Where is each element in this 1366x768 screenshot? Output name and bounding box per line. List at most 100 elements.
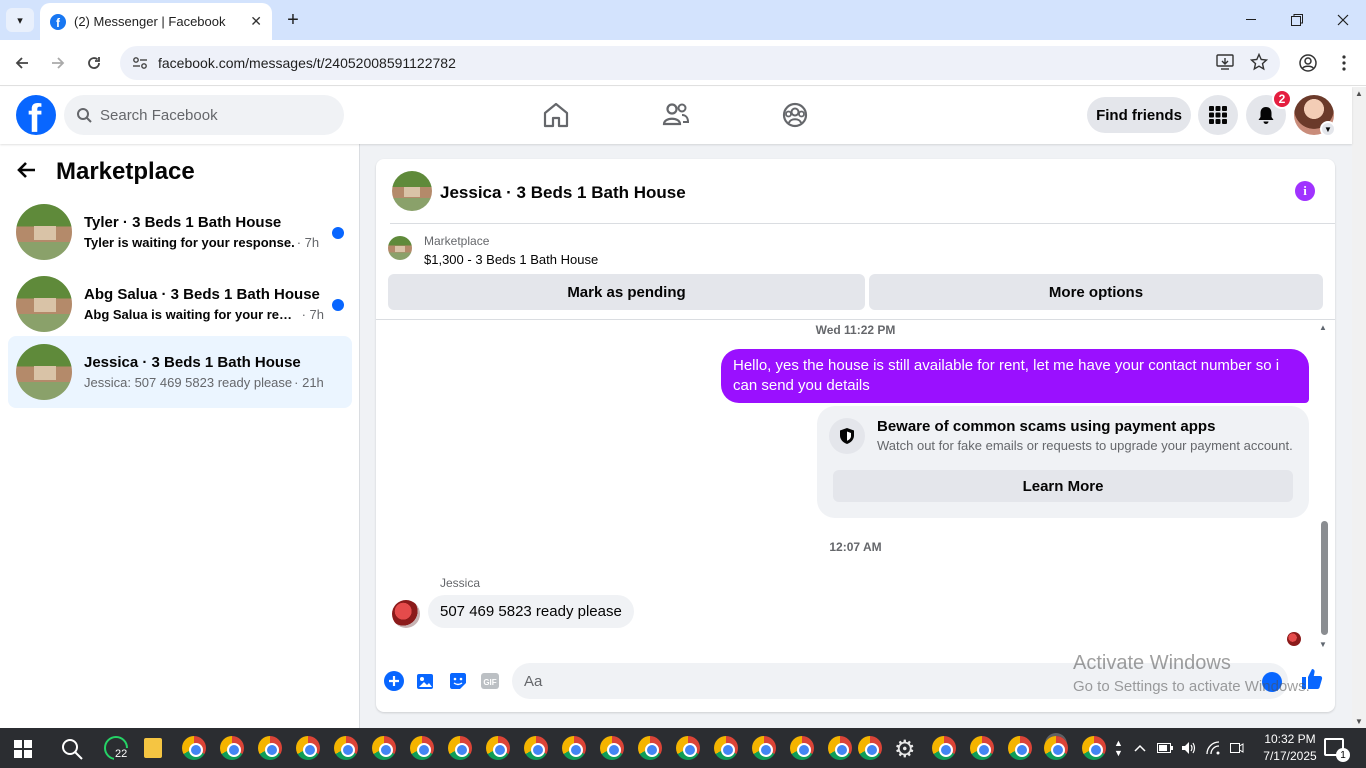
battery-icon[interactable] xyxy=(1157,728,1173,768)
windows-taskbar: 22 ⚙ ▲ ▼ 10:32 PM 7/17/2025 1 xyxy=(0,728,1366,768)
chrome-icon[interactable] xyxy=(334,736,358,760)
chrome-icon[interactable] xyxy=(486,736,510,760)
windows-start-icon[interactable] xyxy=(14,740,32,758)
taskbar-scroll-arrows[interactable]: ▲ ▼ xyxy=(1114,728,1123,768)
tray-overflow-chevron-icon[interactable] xyxy=(1134,728,1146,768)
sticker-icon[interactable] xyxy=(448,671,468,691)
friends-icon[interactable] xyxy=(660,99,692,131)
chrome-icon[interactable] xyxy=(858,736,882,760)
learn-more-button[interactable]: Learn More xyxy=(833,470,1293,502)
facebook-header: f Search Facebook Find friends 2 ▼ xyxy=(0,87,1352,144)
chrome-icon[interactable] xyxy=(258,736,282,760)
chat-header: Jessica · 3 Beds 1 Bath House i xyxy=(390,159,1335,224)
bookmark-star-icon[interactable] xyxy=(1249,52,1269,75)
whatsapp-badge: 22 xyxy=(114,748,129,760)
chrome-icon[interactable] xyxy=(970,736,994,760)
restore-icon[interactable] xyxy=(1274,0,1320,40)
conversation-preview: Tyler is waiting for your response. xyxy=(84,235,295,250)
home-icon[interactable] xyxy=(540,99,572,131)
gif-icon[interactable]: GIF xyxy=(480,671,500,691)
chrome-icon-active[interactable] xyxy=(1044,736,1068,760)
settings-gear-icon[interactable]: ⚙ xyxy=(894,735,916,764)
message-thread: Wed 11:22 PM Hello, yes the house is sti… xyxy=(376,320,1335,650)
volume-icon[interactable] xyxy=(1181,728,1197,768)
forward-arrow-icon[interactable] xyxy=(46,51,70,75)
scroll-down-arrow-icon[interactable]: ▼ xyxy=(1355,717,1363,726)
taskbar-clock[interactable]: 10:32 PM 7/17/2025 xyxy=(1258,731,1322,765)
watermark-title: Activate Windows xyxy=(1073,652,1231,674)
window-close-icon[interactable] xyxy=(1320,0,1366,40)
chrome-icon[interactable] xyxy=(448,736,472,760)
conversation-time: · 7h xyxy=(301,307,324,322)
marketplace-header: Marketplace xyxy=(16,158,195,186)
install-app-icon[interactable] xyxy=(1216,53,1234,75)
address-bar[interactable]: facebook.com/messages/t/2405200859112278… xyxy=(120,46,1280,80)
chrome-icon[interactable] xyxy=(828,736,852,760)
chrome-icon[interactable] xyxy=(296,736,320,760)
back-arrow-icon[interactable] xyxy=(16,158,46,186)
chrome-icon[interactable] xyxy=(714,736,738,760)
tab-close-icon[interactable]: ✕ xyxy=(250,13,262,30)
marketplace-label: Marketplace xyxy=(424,234,490,248)
scroll-down-arrow-icon[interactable]: ▼ xyxy=(1319,640,1327,649)
chat-listing-thumbnail[interactable] xyxy=(392,171,432,211)
reload-icon[interactable] xyxy=(82,51,106,75)
network-icon[interactable] xyxy=(1206,728,1222,768)
minimize-icon[interactable] xyxy=(1228,0,1274,40)
account-chevron-down-icon[interactable]: ▼ xyxy=(1320,121,1336,137)
chrome-icon[interactable] xyxy=(410,736,434,760)
conversation-preview: Jessica: 507 469 5823 ready please xyxy=(84,375,293,390)
site-settings-icon[interactable] xyxy=(124,56,156,70)
scroll-up-arrow-icon[interactable]: ▲ xyxy=(1355,89,1363,98)
chrome-icon[interactable] xyxy=(1008,736,1032,760)
tab-search-chevron-icon[interactable]: ▾ xyxy=(6,8,34,32)
file-explorer-icon[interactable] xyxy=(144,738,162,758)
chrome-icon[interactable] xyxy=(932,736,956,760)
chrome-icon[interactable] xyxy=(562,736,586,760)
clock-time: 10:32 PM xyxy=(1264,732,1316,746)
mark-as-pending-button[interactable]: Mark as pending xyxy=(388,274,865,310)
thread-scrollbar[interactable]: ▲ ▼ xyxy=(1319,323,1329,649)
chrome-icon[interactable] xyxy=(220,736,244,760)
info-icon[interactable]: i xyxy=(1295,181,1315,201)
chat-title[interactable]: Jessica · 3 Beds 1 Bath House xyxy=(440,183,686,203)
display-icon[interactable] xyxy=(1230,728,1244,768)
more-options-button[interactable]: More options xyxy=(869,274,1323,310)
photo-icon[interactable] xyxy=(416,671,436,691)
conversation-item-tyler[interactable]: Tyler · 3 Beds 1 Bath House Tyler is wai… xyxy=(8,196,352,268)
chrome-icon[interactable] xyxy=(638,736,662,760)
conversation-item-jessica[interactable]: Jessica · 3 Beds 1 Bath House Jessica: 5… xyxy=(8,336,352,408)
sender-avatar[interactable] xyxy=(392,600,420,628)
new-tab-button[interactable]: + xyxy=(282,8,304,32)
taskbar-search-icon[interactable] xyxy=(60,737,84,761)
conversation-item-abg-salua[interactable]: Abg Salua · 3 Beds 1 Bath House Abg Salu… xyxy=(8,268,352,340)
chrome-icon[interactable] xyxy=(524,736,548,760)
scrollbar-thumb[interactable] xyxy=(1321,521,1328,635)
groups-icon[interactable] xyxy=(779,99,811,131)
chrome-icon[interactable] xyxy=(182,736,206,760)
plus-icon[interactable] xyxy=(384,671,404,691)
back-arrow-icon[interactable] xyxy=(10,51,34,75)
menu-grid-icon[interactable] xyxy=(1198,95,1238,135)
facebook-logo-icon[interactable]: f xyxy=(16,95,56,135)
facebook-search-input[interactable]: Search Facebook xyxy=(64,95,344,135)
chrome-icon[interactable] xyxy=(790,736,814,760)
chrome-icon[interactable] xyxy=(676,736,700,760)
profile-icon[interactable] xyxy=(1296,51,1320,75)
listing-small-thumbnail[interactable] xyxy=(388,236,412,260)
scroll-up-arrow-icon[interactable]: ▲ xyxy=(1319,323,1327,332)
page-scrollbar[interactable]: ▲ ▼ xyxy=(1352,87,1366,728)
browser-tab-messenger[interactable]: f (2) Messenger | Facebook ✕ xyxy=(40,3,272,40)
conversation-name: Jessica · 3 Beds 1 Bath House xyxy=(84,354,301,371)
scam-warning-title: Beware of common scams using payment app… xyxy=(877,418,1216,435)
chrome-icon[interactable] xyxy=(372,736,396,760)
conversation-name: Tyler · 3 Beds 1 Bath House xyxy=(84,214,282,231)
chrome-icon[interactable] xyxy=(752,736,776,760)
find-friends-button[interactable]: Find friends xyxy=(1087,97,1191,133)
browser-menu-icon[interactable] xyxy=(1332,51,1356,75)
listing-price-title[interactable]: $1,300 - 3 Beds 1 Bath House xyxy=(424,252,598,267)
chrome-icon[interactable] xyxy=(1082,736,1106,760)
marketplace-title: Marketplace xyxy=(56,158,195,185)
clock-date: 7/17/2025 xyxy=(1263,749,1317,763)
chrome-icon[interactable] xyxy=(600,736,624,760)
